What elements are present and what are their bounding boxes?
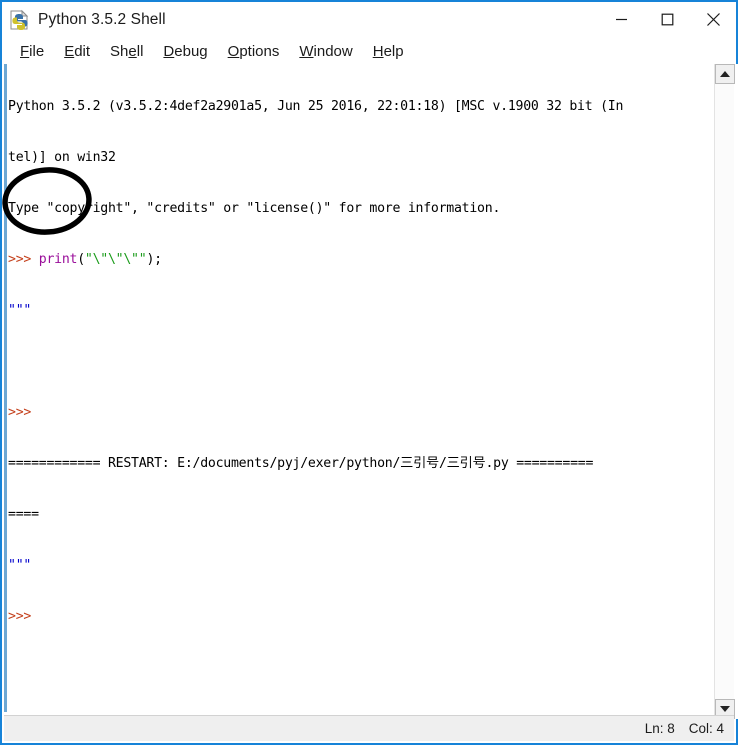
window-title: Python 3.5.2 Shell (38, 11, 166, 28)
menu-item-options[interactable]: Options (218, 43, 290, 60)
vertical-scrollbar[interactable] (714, 64, 735, 719)
scrollbar-track[interactable] (715, 84, 734, 699)
menu-options-rest: ptions (239, 42, 280, 60)
title-bar: Python 3.5.2 Shell (2, 2, 736, 38)
menu-item-shell[interactable]: Shell (100, 43, 153, 60)
restart-line: ============ RESTART: E:/documents/pyj/e… (8, 456, 594, 471)
menu-debug-rest: ebug (174, 42, 208, 60)
menu-item-edit[interactable]: Edit (54, 43, 100, 60)
minimize-icon (615, 18, 627, 20)
shell-output-1: """ (8, 303, 32, 318)
menu-item-help[interactable]: Help (363, 43, 414, 60)
command-line: >>> print("\"\"\""); (8, 251, 714, 268)
status-bar: Ln: 8 Col: 4 (4, 715, 734, 741)
menu-bar: File Edit Shell Debug Options Window Hel… (2, 38, 736, 64)
menu-help-rest: elp (383, 42, 404, 60)
prompt-marker-3: >>> (8, 609, 39, 624)
shell-output-area[interactable]: Python 3.5.2 (v3.5.2:4def2a2901a5, Jun 2… (4, 64, 738, 719)
close-button[interactable] (690, 2, 736, 36)
shell-text-content[interactable]: Python 3.5.2 (v3.5.2:4def2a2901a5, Jun 2… (8, 64, 714, 712)
maximize-button[interactable] (644, 2, 690, 36)
banner-line-1: Python 3.5.2 (v3.5.2:4def2a2901a5, Jun 2… (8, 99, 624, 114)
prompt-marker-1: >>> (8, 252, 39, 267)
menu-item-debug[interactable]: Debug (153, 43, 217, 60)
idle-shell-window: Python 3.5.2 Shell File Edit Shell Debug… (0, 0, 738, 745)
minimize-button[interactable] (598, 2, 644, 36)
banner-line-2: tel)] on win32 (8, 150, 116, 165)
menu-shell-a: Sh (110, 42, 129, 60)
command-string: "\"\"\"" (84, 252, 147, 267)
blank-line-1 (8, 353, 714, 370)
banner-line-3: Type "copyright", "credits" or "license(… (8, 201, 501, 216)
status-column-number: Col: 4 (688, 721, 724, 736)
command-open-paren: ( (77, 252, 85, 267)
restart-wrap: ==== (8, 507, 39, 522)
menu-file-rest: ile (29, 42, 45, 60)
prompt-marker-2: >>> (8, 405, 39, 420)
menu-window-rest: indow (313, 42, 353, 60)
scroll-up-arrow-icon[interactable] (715, 64, 735, 84)
menu-item-window[interactable]: Window (289, 43, 362, 60)
command-keyword: print (38, 252, 78, 267)
maximize-icon (661, 13, 673, 25)
menu-edit-rest: dit (74, 42, 91, 60)
menu-item-file[interactable]: File (10, 43, 54, 60)
text-left-border (4, 64, 7, 712)
python-idle-icon (9, 9, 31, 31)
menu-shell-b: ll (136, 42, 144, 60)
status-line-number: Ln: 8 (644, 721, 675, 736)
shell-output-2: """ (8, 558, 32, 573)
command-close: ); (146, 252, 162, 267)
caption-buttons (598, 2, 736, 36)
close-icon (706, 12, 720, 26)
